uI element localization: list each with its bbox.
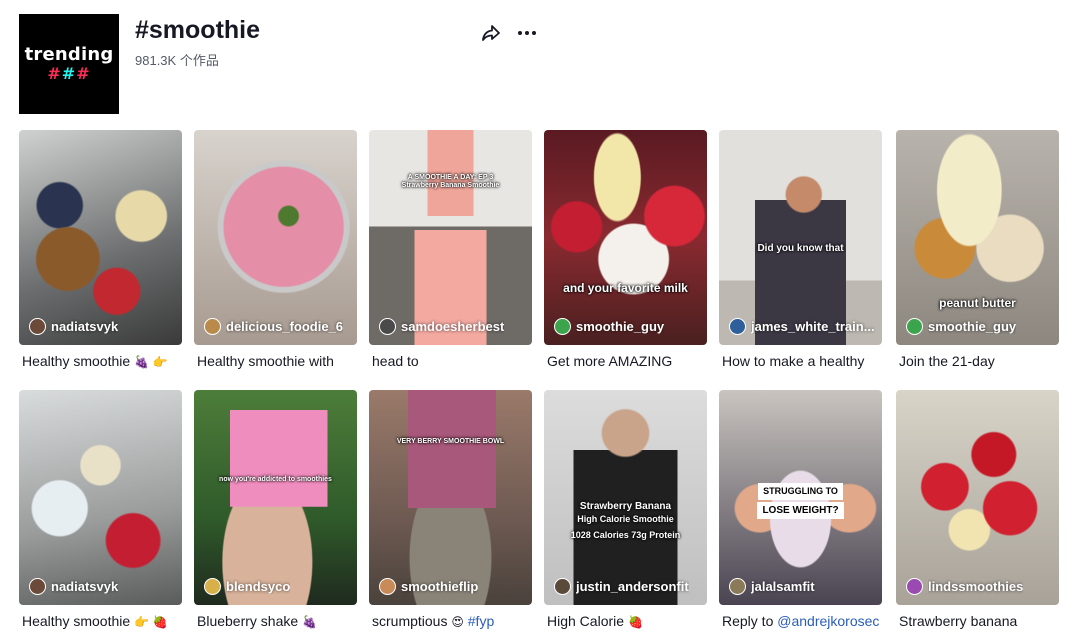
video-description[interactable]: Blueberry shake 🍇 bbox=[194, 612, 357, 630]
video-author[interactable]: james_white_train... bbox=[729, 318, 876, 335]
video-description[interactable]: High Calorie 🍓 bbox=[544, 612, 707, 630]
video-author[interactable]: samdoesherbest bbox=[379, 318, 526, 335]
video-thumbnail[interactable]: A SMOOTHIE A DAY: EP 3 Strawberry Banana … bbox=[369, 130, 532, 345]
video-thumbnail[interactable]: and your favorite milk smoothie_guy bbox=[544, 130, 707, 345]
video-card[interactable]: Strawberry Banana High Calorie Smoothie 10… bbox=[544, 390, 707, 630]
video-overlay-text: VERY BERRY SMOOTHIE BOWL bbox=[396, 438, 505, 445]
video-author[interactable]: blendsyco bbox=[204, 578, 351, 595]
video-thumbnail[interactable]: Strawberry Banana High Calorie Smoothie 10… bbox=[544, 390, 707, 605]
hashtag-link[interactable]: #fyp bbox=[468, 613, 494, 629]
video-thumbnail[interactable]: now you're addicted to smoothies blendsy… bbox=[194, 390, 357, 605]
video-card[interactable]: now you're addicted to smoothies blendsy… bbox=[194, 390, 357, 630]
video-overlay-text: Did you know that bbox=[757, 243, 844, 254]
hashtag-header: trending ### #smoothie 981.3K 个作品 bbox=[19, 14, 1059, 114]
video-author[interactable]: smoothie_guy bbox=[906, 318, 1053, 335]
video-description[interactable]: Healthy smoothie 👉 🍓 bbox=[19, 612, 182, 630]
video-description[interactable]: head to bbox=[369, 352, 532, 370]
video-author[interactable]: nadiatsvyk bbox=[29, 318, 176, 335]
video-overlay-text: peanut butter bbox=[939, 296, 1016, 310]
video-author[interactable]: lindssmoothies bbox=[906, 578, 1053, 595]
video-overlay-text: A SMOOTHIE A DAY: EP 3 Strawberry Banana … bbox=[401, 174, 500, 189]
video-thumbnail[interactable]: delicious_foodie_6 bbox=[194, 130, 357, 345]
video-author[interactable]: smoothieflip bbox=[379, 578, 526, 595]
video-thumbnail[interactable]: VERY BERRY SMOOTHIE BOWL smoothieflip bbox=[369, 390, 532, 605]
video-description[interactable]: Join the 21-day bbox=[896, 352, 1059, 370]
video-thumbnail[interactable]: nadiatsvyk bbox=[19, 390, 182, 605]
video-description[interactable]: Strawberry banana bbox=[896, 612, 1059, 630]
video-overlay-text: STRUGGLING TO LOSE WEIGHT? bbox=[719, 482, 882, 520]
video-author[interactable]: justin_andersonfit bbox=[554, 578, 701, 595]
avatar-hashes: ### bbox=[47, 64, 91, 83]
video-card[interactable]: nadiatsvyk Healthy smoothie 🍇 👉 bbox=[19, 130, 182, 370]
video-description[interactable]: Reply to @andrejkorosec bbox=[719, 612, 882, 630]
video-count: 981.3K 个作品 bbox=[135, 53, 219, 68]
video-description[interactable]: scrumptious 😍 #fyp bbox=[369, 612, 532, 630]
video-thumbnail[interactable]: lindssmoothies bbox=[896, 390, 1059, 605]
video-thumbnail[interactable]: nadiatsvyk bbox=[19, 130, 182, 345]
video-card[interactable]: and your favorite milk smoothie_guy Get … bbox=[544, 130, 707, 370]
video-card[interactable]: Did you know that james_white_train... H… bbox=[719, 130, 882, 370]
video-thumbnail[interactable]: peanut butter smoothie_guy bbox=[896, 130, 1059, 345]
page-title: #smoothie bbox=[135, 16, 261, 44]
avatar-word: trending bbox=[24, 44, 114, 65]
video-thumbnail[interactable]: Did you know that james_white_train... bbox=[719, 130, 882, 345]
video-card[interactable]: A SMOOTHIE A DAY: EP 3 Strawberry Banana … bbox=[369, 130, 532, 370]
video-author[interactable]: nadiatsvyk bbox=[29, 578, 176, 595]
video-author[interactable]: jalalsamfit bbox=[729, 578, 876, 595]
video-overlay-text: Strawberry Banana High Calorie Smoothie 10… bbox=[570, 501, 681, 540]
more-dots-icon[interactable] bbox=[516, 22, 538, 44]
video-card[interactable]: STRUGGLING TO LOSE WEIGHT? jalalsamfit Re… bbox=[719, 390, 882, 630]
video-card[interactable]: VERY BERRY SMOOTHIE BOWL smoothieflip sc… bbox=[369, 390, 532, 630]
video-description[interactable]: Get more AMAZING bbox=[544, 352, 707, 370]
video-description[interactable]: Healthy smoothie 🍇 👉 bbox=[19, 352, 182, 370]
video-card[interactable]: nadiatsvyk Healthy smoothie 👉 🍓 bbox=[19, 390, 182, 630]
mention-link[interactable]: @andrejkorosec bbox=[777, 613, 879, 629]
video-overlay-text: now you're addicted to smoothies bbox=[219, 476, 332, 483]
video-overlay-text: and your favorite milk bbox=[563, 281, 688, 295]
video-author[interactable]: smoothie_guy bbox=[554, 318, 701, 335]
video-author[interactable]: delicious_foodie_6 bbox=[204, 318, 351, 335]
video-description[interactable]: How to make a healthy bbox=[719, 352, 882, 370]
video-card[interactable]: peanut butter smoothie_guy Join the 21-d… bbox=[896, 130, 1059, 370]
video-description[interactable]: Healthy smoothie with bbox=[194, 352, 357, 370]
video-thumbnail[interactable]: STRUGGLING TO LOSE WEIGHT? jalalsamfit bbox=[719, 390, 882, 605]
video-card[interactable]: lindssmoothies Strawberry banana bbox=[896, 390, 1059, 630]
video-card[interactable]: delicious_foodie_6 Healthy smoothie with bbox=[194, 130, 357, 370]
hashtag-avatar: trending ### bbox=[19, 14, 119, 114]
share-arrow-icon[interactable] bbox=[480, 22, 502, 44]
